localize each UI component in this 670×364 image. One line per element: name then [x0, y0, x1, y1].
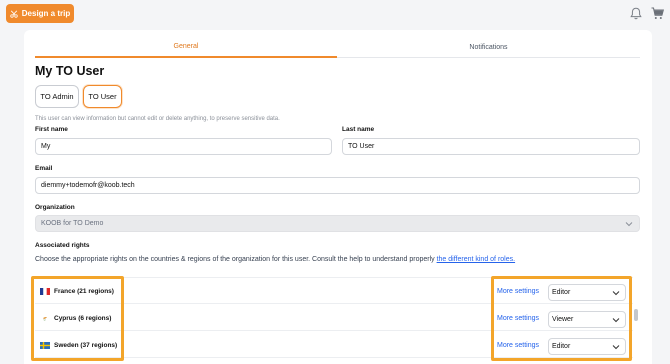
roles-help-link[interactable]: the different kind of roles.	[437, 256, 515, 263]
country-name: Sweden (37 regions)	[54, 342, 118, 349]
france-flag-icon	[40, 288, 50, 295]
last-name-label: Last name	[342, 126, 375, 133]
last-name-field[interactable]: TO User	[342, 138, 640, 155]
role-select[interactable]: Viewer	[548, 311, 626, 328]
email-label: Email	[35, 165, 53, 172]
scissors-icon	[10, 10, 18, 18]
associated-rights-title: Associated rights	[35, 242, 90, 249]
cart-icon[interactable]	[651, 7, 664, 20]
rights-row-cyprus	[35, 305, 633, 331]
country-name: Cyprus (6 regions)	[54, 315, 112, 322]
chevron-down-icon	[625, 222, 633, 227]
more-settings-link[interactable]: More settings	[497, 315, 539, 322]
design-trip-label: Design a trip	[21, 9, 71, 18]
rights-row-france	[35, 278, 633, 304]
role-select-value: Viewer	[552, 316, 574, 323]
sweden-flag-icon	[40, 342, 50, 349]
country-name: France (21 regions)	[54, 288, 114, 295]
chevron-down-icon	[612, 291, 620, 296]
cyprus-flag-icon	[40, 315, 50, 322]
tab-general[interactable]: General	[35, 36, 337, 58]
country-label: France (21 regions)	[40, 288, 114, 295]
role-to-user-button[interactable]: TO User	[83, 85, 122, 108]
first-name-field[interactable]: My	[35, 138, 332, 155]
chevron-down-icon	[612, 345, 620, 350]
rights-row-sweden	[35, 332, 633, 358]
organization-select: KOOB for TO Demo	[35, 215, 640, 232]
rights-scrollbar[interactable]	[634, 309, 638, 321]
role-select-value: Editor	[552, 343, 571, 350]
tab-notifications[interactable]: Notifications	[337, 36, 640, 58]
bell-icon[interactable]	[630, 7, 642, 20]
more-settings-link[interactable]: More settings	[497, 288, 539, 295]
role-select-value: Editor	[552, 289, 571, 296]
rights-description: Choose the appropriate rights on the cou…	[35, 256, 515, 263]
role-select[interactable]: Editor	[548, 338, 626, 355]
first-name-label: First name	[35, 126, 68, 133]
role-select[interactable]: Editor	[548, 284, 626, 301]
top-bar: Design a trip	[0, 0, 670, 28]
rights-description-text: Choose the appropriate rights on the cou…	[35, 256, 435, 263]
role-hint: This user can view information but canno…	[35, 116, 280, 122]
organization-value: KOOB for TO Demo	[41, 220, 104, 227]
design-trip-button[interactable]: Design a trip	[6, 4, 74, 23]
organization-label: Organization	[35, 204, 75, 211]
country-label: Sweden (37 regions)	[40, 342, 117, 349]
page-title: My TO User	[35, 64, 105, 78]
role-to-admin-button[interactable]: TO Admin	[35, 85, 79, 108]
email-field[interactable]: diemmy+todemofr@koob.tech	[35, 177, 640, 194]
chevron-down-icon	[612, 318, 620, 323]
country-label: Cyprus (6 regions)	[40, 315, 111, 322]
more-settings-link[interactable]: More settings	[497, 342, 539, 349]
tab-bar: General Notifications	[35, 36, 640, 58]
